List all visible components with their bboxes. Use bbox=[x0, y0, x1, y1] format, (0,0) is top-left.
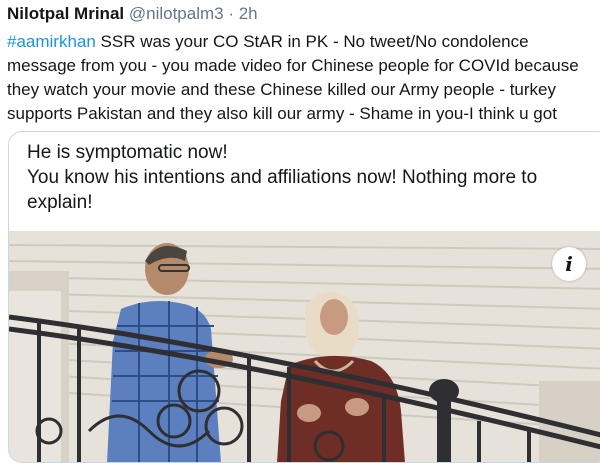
header-separator: · bbox=[223, 4, 239, 23]
tweet-timestamp[interactable]: 2h bbox=[239, 4, 258, 23]
quoted-card[interactable]: He is symptomatic now! You know his inte… bbox=[8, 131, 600, 463]
tweet-text: #aamirkhan SSR was your CO StAR in PK - … bbox=[7, 30, 599, 126]
info-icon[interactable]: i bbox=[552, 247, 586, 281]
hashtag-link[interactable]: #aamirkhan bbox=[7, 32, 96, 51]
author-handle[interactable]: @nilotpalm3 bbox=[129, 4, 224, 23]
quoted-line-2: You know his intentions and affiliations… bbox=[27, 167, 538, 213]
quoted-card-text: He is symptomatic now! You know his inte… bbox=[27, 140, 587, 215]
quoted-card-photo[interactable] bbox=[9, 231, 600, 463]
info-glyph: i bbox=[565, 252, 573, 276]
quoted-line-1: He is symptomatic now! bbox=[27, 142, 228, 163]
tweet-header: Nilotpal Mrinal @nilotpalm3 · 2h bbox=[7, 4, 258, 24]
author-display-name[interactable]: Nilotpal Mrinal bbox=[7, 4, 124, 23]
